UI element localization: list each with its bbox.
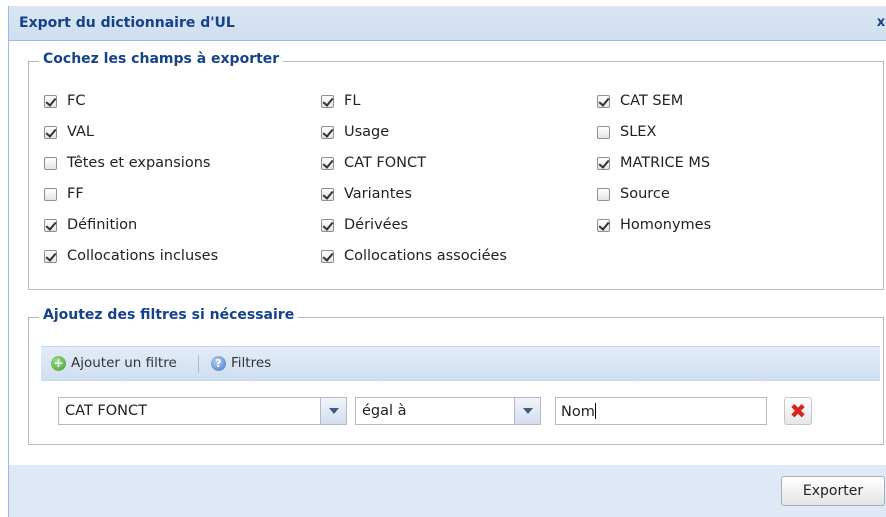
checkbox-label: CAT SEM <box>620 93 684 109</box>
checkbox-label: Têtes et expansions <box>67 155 211 171</box>
fields-fieldset: Cochez les champs à exporter FC VAL Tête… <box>28 51 884 290</box>
export-dialog: Export du dictionnaire d'UL x Cochez les… <box>8 6 886 517</box>
dialog-footer: Exporter <box>9 465 886 517</box>
checkbox-label: FL <box>344 93 361 109</box>
add-filter-button[interactable]: + Ajouter un filtre <box>51 355 177 371</box>
toolbar-separator <box>198 355 199 373</box>
checkbox-fc[interactable]: FC <box>44 91 85 111</box>
checkbox-label: FF <box>67 186 84 202</box>
chevron-down-icon[interactable] <box>514 398 540 424</box>
checkbox-box[interactable] <box>597 156 610 170</box>
checkbox-label: Homonymes <box>620 217 712 233</box>
checkbox-slex[interactable]: SLEX <box>597 122 656 142</box>
filter-operator-select[interactable]: égal à <box>355 397 541 425</box>
dialog-body: Cochez les champs à exporter FC VAL Tête… <box>9 41 886 465</box>
checkbox-label: CAT FONCT <box>344 155 426 171</box>
add-icon: + <box>51 355 66 371</box>
checkbox-label: Définition <box>67 217 138 233</box>
checkbox-box[interactable] <box>44 187 57 201</box>
filters-label: Filtres <box>231 355 272 371</box>
checkbox-tetes-expansions[interactable]: Têtes et expansions <box>44 153 210 173</box>
close-icon[interactable]: x <box>874 15 886 31</box>
checkbox-label: Variantes <box>344 186 412 202</box>
dialog-header[interactable]: Export du dictionnaire d'UL x <box>9 6 886 41</box>
checkbox-usage[interactable]: Usage <box>321 122 389 142</box>
close-red-icon: ✖ <box>789 399 807 423</box>
text-caret <box>594 403 596 419</box>
chevron-down-icon[interactable] <box>320 398 346 424</box>
checkbox-label: VAL <box>67 124 94 140</box>
checkbox-label: FC <box>67 93 86 109</box>
checkbox-box[interactable] <box>321 125 334 139</box>
filters-legend: Ajoutez des filtres si nécessaire <box>39 307 299 323</box>
checkbox-derivees[interactable]: Dérivées <box>321 215 408 235</box>
checkbox-val[interactable]: VAL <box>44 122 94 142</box>
filter-operator-value: égal à <box>362 403 407 419</box>
checkbox-label: SLEX <box>620 124 657 140</box>
checkbox-box[interactable] <box>321 249 334 263</box>
checkbox-box[interactable] <box>44 125 57 139</box>
fields-legend: Cochez les champs à exporter <box>39 51 284 67</box>
filters-fieldset: Ajoutez des filtres si nécessaire + Ajou… <box>28 307 884 445</box>
checkbox-variantes[interactable]: Variantes <box>321 184 412 204</box>
checkbox-box[interactable] <box>44 156 57 170</box>
filter-value-input[interactable]: Nom <box>555 397 767 425</box>
dialog-title: Export du dictionnaire d'UL <box>19 15 235 31</box>
filter-value-text: Nom <box>561 403 596 420</box>
checkbox-label: Dérivées <box>344 217 409 233</box>
add-filter-label: Ajouter un filtre <box>71 355 177 371</box>
checkbox-box[interactable] <box>321 187 334 201</box>
filter-field-value: CAT FONCT <box>65 403 147 419</box>
checkbox-homonymes[interactable]: Homonymes <box>597 215 711 235</box>
checkbox-box[interactable] <box>597 218 610 232</box>
checkbox-label: Collocations associées <box>344 248 507 264</box>
checkbox-box[interactable] <box>597 94 610 108</box>
filters-help-button[interactable]: ? Filtres <box>211 355 271 371</box>
checkbox-cat-fonct[interactable]: CAT FONCT <box>321 153 426 173</box>
checkbox-matrice-ms[interactable]: MATRICE MS <box>597 153 710 173</box>
checkbox-box[interactable] <box>597 125 610 139</box>
help-icon: ? <box>211 355 226 371</box>
checkbox-box[interactable] <box>321 94 334 108</box>
checkbox-collocations-associees[interactable]: Collocations associées <box>321 246 507 266</box>
checkbox-box[interactable] <box>321 156 334 170</box>
checkbox-box[interactable] <box>44 249 57 263</box>
checkbox-collocations-incluses[interactable]: Collocations incluses <box>44 246 218 266</box>
checkbox-fl[interactable]: FL <box>321 91 360 111</box>
checkbox-definition[interactable]: Définition <box>44 215 137 235</box>
checkbox-box[interactable] <box>321 218 334 232</box>
checkbox-ff[interactable]: FF <box>44 184 84 204</box>
checkbox-source[interactable]: Source <box>597 184 670 204</box>
export-button[interactable]: Exporter <box>781 476 885 506</box>
filters-toolbar: + Ajouter un filtre ? Filtres <box>41 346 880 381</box>
checkbox-label: Usage <box>344 124 390 140</box>
checkbox-box[interactable] <box>44 218 57 232</box>
checkbox-label: MATRICE MS <box>620 155 711 171</box>
delete-filter-button[interactable]: ✖ <box>784 397 812 425</box>
checkbox-cat-sem[interactable]: CAT SEM <box>597 91 683 111</box>
checkbox-box[interactable] <box>44 94 57 108</box>
checkbox-label: Source <box>620 186 670 202</box>
checkbox-label: Collocations incluses <box>67 248 219 264</box>
filter-value: Nom <box>561 404 595 420</box>
checkbox-box[interactable] <box>597 187 610 201</box>
filter-field-select[interactable]: CAT FONCT <box>58 397 347 425</box>
